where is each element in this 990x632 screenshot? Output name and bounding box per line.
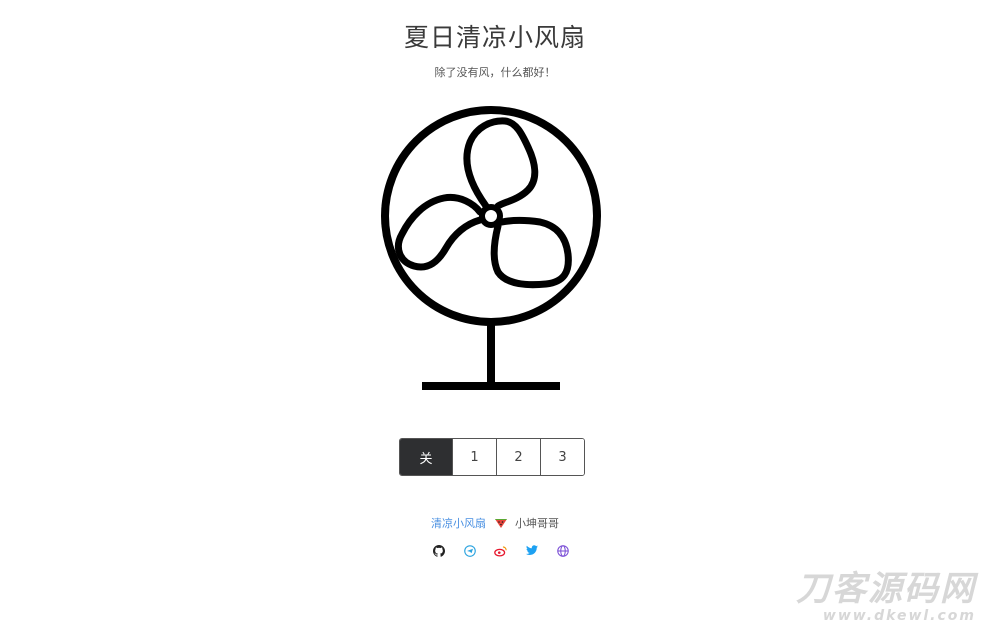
- footer-project-link[interactable]: 清凉小风扇: [431, 517, 486, 530]
- social-links: [431, 543, 570, 558]
- page-subtitle: 除了没有风，什么都好！: [434, 66, 556, 79]
- globe-icon[interactable]: [555, 543, 570, 558]
- twitter-icon[interactable]: [524, 543, 539, 558]
- watermark-main: 刀客源码网: [796, 569, 976, 609]
- github-icon[interactable]: [431, 543, 446, 558]
- fan-icon: [370, 102, 615, 397]
- footer-author: 小坤哥哥: [515, 517, 559, 530]
- speed-off-button[interactable]: 关: [400, 439, 452, 475]
- watermark: 刀客源码网 www.dkewl.com: [796, 570, 976, 624]
- weibo-icon[interactable]: [493, 543, 508, 558]
- watermelon-icon: [494, 517, 508, 532]
- fan-hub: [479, 204, 503, 228]
- fan-blade-right: [490, 217, 572, 289]
- fan-blade-left: [395, 193, 484, 271]
- speed-selector: 关 1 2 3: [399, 438, 585, 476]
- speed-2-button[interactable]: 2: [496, 439, 540, 475]
- page-title: 夏日清凉小风扇: [403, 23, 586, 52]
- telegram-icon[interactable]: [462, 543, 477, 558]
- watermark-url: www.dkewl.com: [822, 608, 976, 624]
- speed-1-button[interactable]: 1: [452, 439, 496, 475]
- speed-3-button[interactable]: 3: [540, 439, 584, 475]
- fan-blade-top: [463, 117, 539, 210]
- footer-credit: 清凉小风扇 小坤哥哥: [0, 515, 990, 532]
